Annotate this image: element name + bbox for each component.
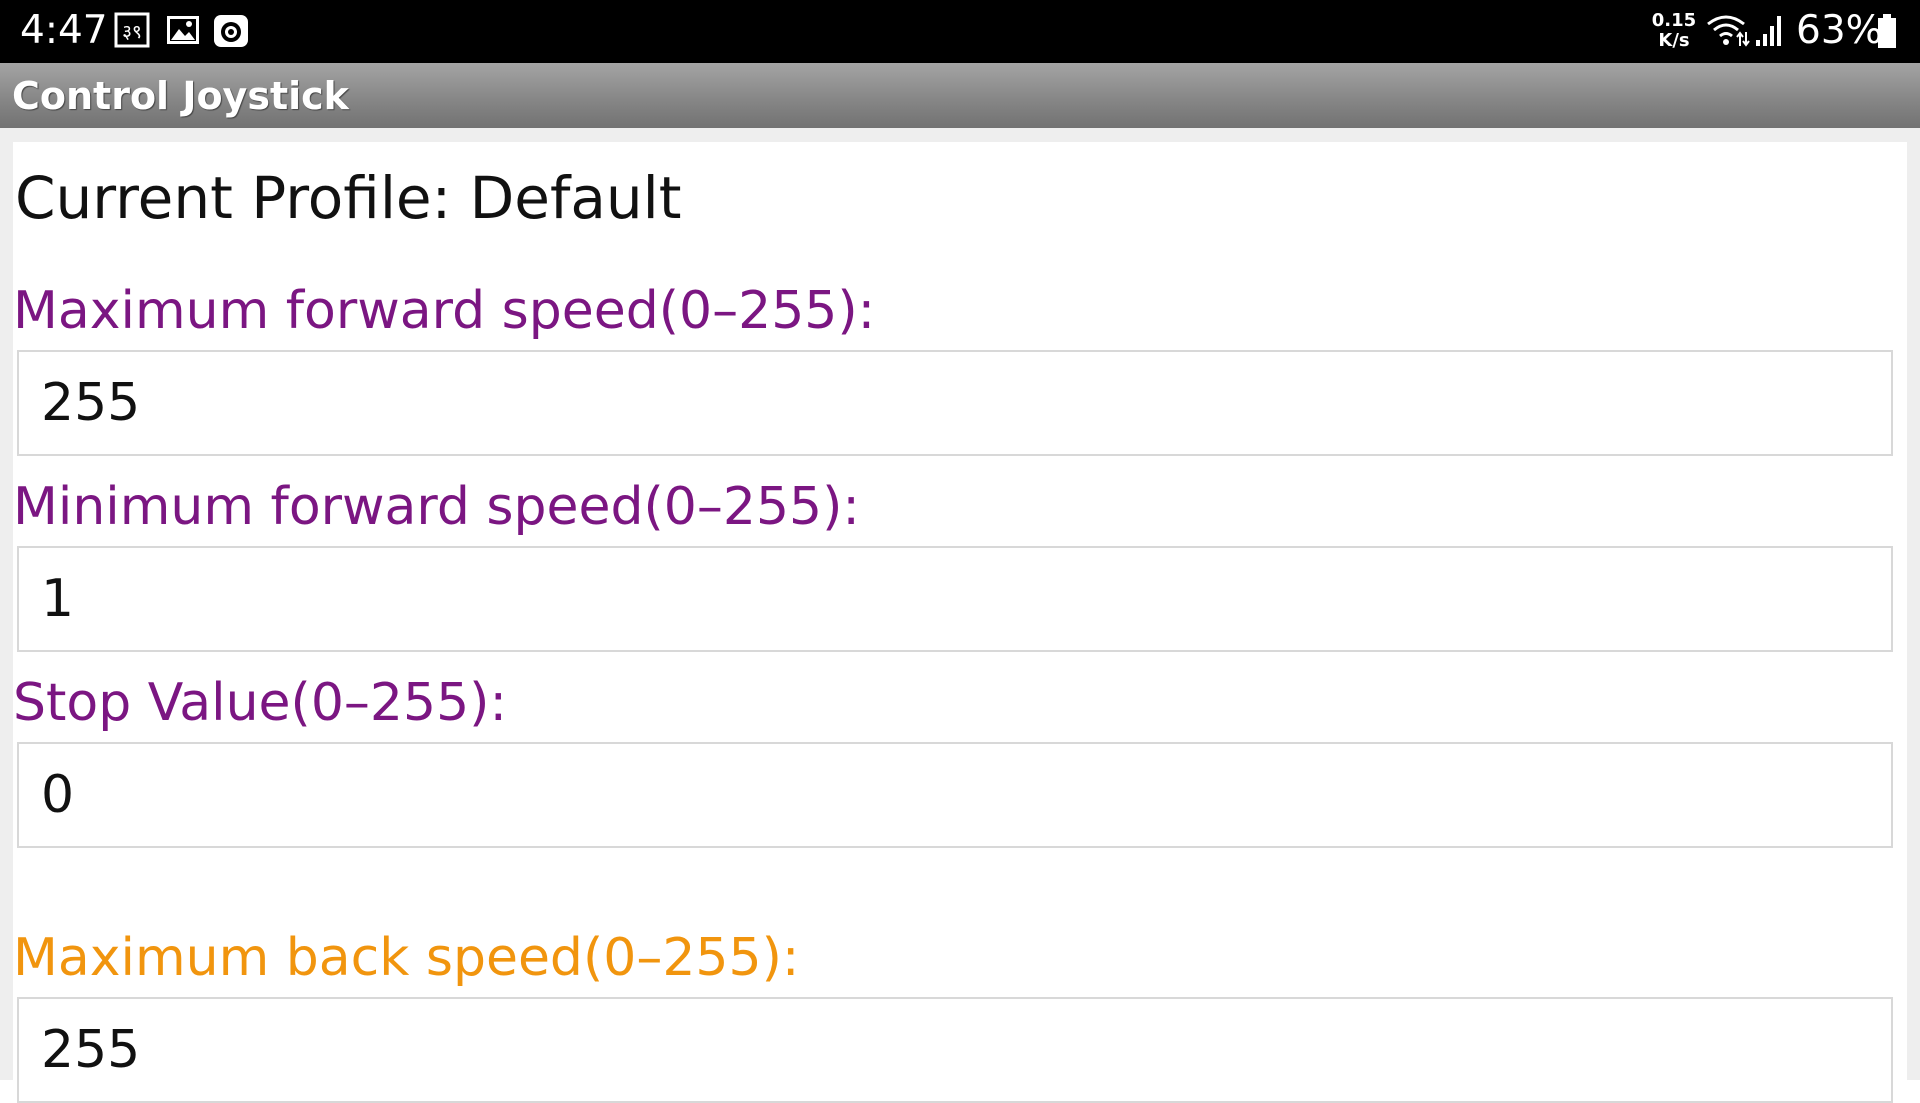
network-speed-value: 0.15 (1651, 10, 1697, 31)
content-area: Current Profile: Default Maximum forward… (0, 128, 1920, 1103)
network-speed: 0.15 K/s (1650, 11, 1698, 51)
app-title: Control Joystick (12, 74, 349, 118)
network-speed-unit: K/s (1658, 30, 1690, 51)
image-icon (165, 12, 201, 50)
stop-value-input[interactable] (17, 742, 1893, 848)
notification-app-icon: ३९ (114, 12, 150, 50)
app-title-bar: Control Joystick (0, 63, 1920, 128)
camera-sync-icon (212, 12, 250, 50)
max-forward-speed-label: Maximum forward speed(0–255): (13, 281, 876, 341)
stop-value-label: Stop Value(0–255): (13, 673, 507, 733)
signal-icon (1754, 12, 1784, 50)
min-forward-speed-label: Minimum forward speed(0–255): (13, 477, 860, 537)
status-bar: 4:47 ३९ 0.15 K/s 63% (0, 0, 1920, 63)
max-forward-speed-input[interactable] (17, 350, 1893, 456)
max-back-speed-input[interactable] (17, 997, 1893, 1103)
min-forward-speed-input[interactable] (17, 546, 1893, 652)
settings-panel: Current Profile: Default Maximum forward… (13, 142, 1907, 1103)
battery-percent: 63% (1796, 8, 1883, 53)
status-time: 4:47 (20, 8, 108, 53)
current-profile-label: Current Profile: Default (15, 164, 682, 232)
max-back-speed-label: Maximum back speed(0–255): (13, 928, 800, 988)
wifi-icon (1706, 12, 1750, 50)
svg-text:३९: ३९ (122, 21, 142, 43)
battery-icon (1876, 12, 1898, 50)
